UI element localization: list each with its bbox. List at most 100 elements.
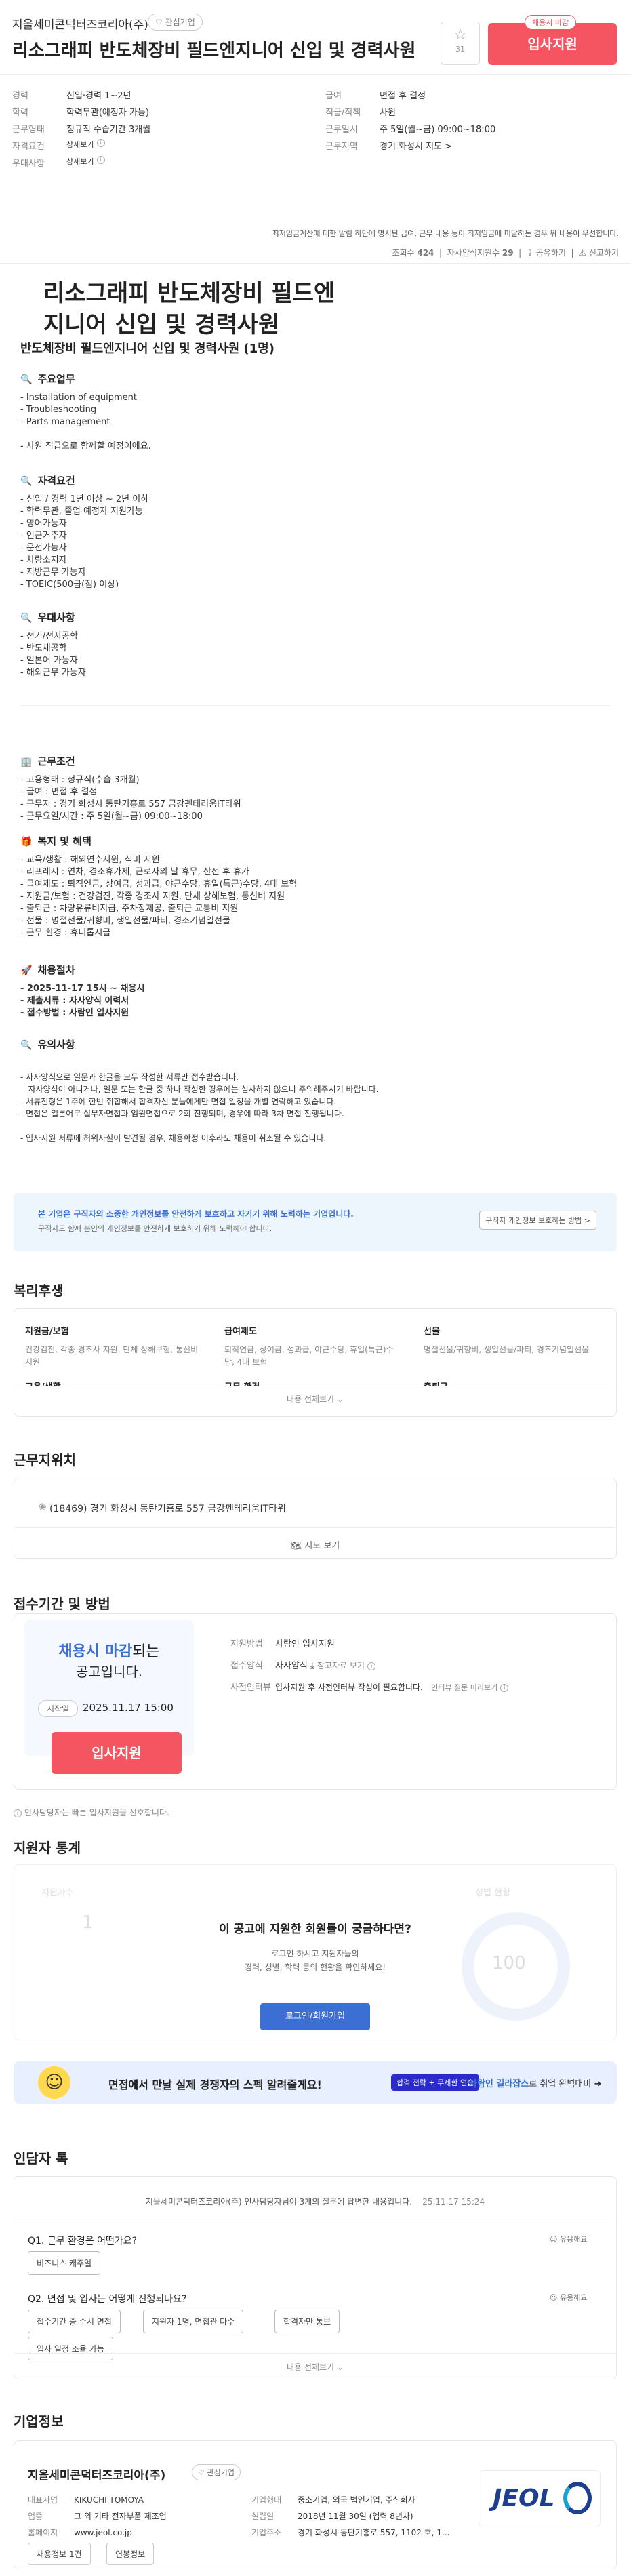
office-icon: 🏢 [20,757,33,767]
apply-form-key: 접수양식 [230,1661,263,1671]
privacy-title: 본 기업은 구직자의 소중한 개인정보를 안전하게 보호하고 자기기 위해 노력… [38,1209,354,1219]
summary-value: 주 5일(월~금) 09:00~18:00 [380,125,496,135]
start-label: 시작일 [38,1700,79,1717]
apply-button-period[interactable]: 입사지원 [52,1732,182,1774]
interest-company-button[interactable]: ♡ 관심기업 [148,14,203,31]
summary-value: 면접 후 결정 [380,91,426,101]
deadline-line1: 채용시 마감되는 [24,1639,194,1661]
ad-banner[interactable]: ☺ 면접에서 만날 실제 경쟁자의 스펙 알려줄게요! 합격 전략 + 무제한 … [14,2061,617,2104]
interview-date: 25.11.17 15:24 [422,2197,485,2207]
answer-chip: 입사 일정 조율 가능 [28,2337,113,2360]
share-button[interactable]: 공유하기 [536,248,566,258]
views-label: 조회수 [392,248,415,258]
location-card: ◉ (18469) 경기 화성시 동탄기흥로 557 금강펜테리움IT타워 🗺 … [14,1478,617,1559]
info-key: 설립일 [251,2512,274,2521]
login-button[interactable]: 로그인/회원가입 [260,2003,370,2030]
page-title: 리소그래피 반도체장비 필드엔지니어 신입 및 경력사원 [12,41,416,61]
company-jobs-button[interactable]: 채용정보 1건 [28,2543,91,2565]
more-label: 내용 전체보기 [287,1394,335,1404]
stats-question: 이 공고에 지원한 회원들이 궁금하다면? [219,1923,411,1936]
summary-value: 정규직 수습기간 3개월 [66,125,151,135]
info-icon[interactable]: i [500,1683,509,1692]
download-icon[interactable]: ⤓ [310,1661,314,1671]
info-key: 기업형태 [251,2495,282,2505]
useful-label: 유용해요 [559,2293,588,2302]
company-interest-button[interactable]: ♡ 관심기업 [192,2464,241,2480]
info-icon[interactable]: i [96,156,105,164]
notes-list: - 자사양식으로 일문과 한글을 모두 작성한 서류만 접수받습니다. 자사양식… [20,1072,379,1143]
benefits-list: - 교육/생활 : 해외연수지원, 식비 지원 - 리프레시 : 연차, 경조휴… [20,855,298,938]
apply-form-row: 접수양식 자사양식 ⤓ 참고자료 보기 i [230,1658,376,1671]
info-icon[interactable]: i [367,1662,376,1670]
duty-heading: 🔍 주요업무 [20,371,75,386]
welfare-card: 지원금/보험 건강검진, 각종 경조사 지원, 단체 상해보험, 통신비 지원 급… [14,1308,617,1417]
welfare-more-button[interactable]: 내용 전체보기 ⌄ [14,1393,616,1405]
interview-preview-link[interactable]: 인터뷰 질문 미리보기 [431,1683,497,1692]
location-map-link[interactable]: 경기 화성시 지도 > [380,139,452,152]
welfare-col-insurance: 지원금/보험 건강검진, 각종 경조사 지원, 단체 상해보험, 통신비 지원 [25,1324,201,1368]
ad-text: 면접에서 만날 실제 경쟁자의 스펙 알려줄게요! [108,2078,322,2091]
report-button[interactable]: 신고하기 [589,248,619,258]
period-section-title: 접수기간 및 방법 [14,1596,110,1612]
info-key: 홈페이지 [28,2528,58,2537]
interview-intro: 지올세미콘덕터즈코리아(주) 인사담당자님이 3개의 질문에 답변한 내용입니다… [14,2196,616,2207]
map-icon: 🗺 [290,1541,302,1551]
answer-chip: 합격자만 통보 [274,2310,340,2333]
detail-big-title: 리소그래피 반도체장비 필드엔지니어 신입 및 경력사원 [43,280,335,338]
requirements-list: - 신입 / 경력 1년 이상 ~ 2년 이하 - 학력무관, 졸업 예정자 지… [20,494,149,590]
summary-worktype: 근무형태 정규직 수습기간 3개월 [12,122,150,135]
privacy-guide-button[interactable]: 구직자 개인정보 보호하는 방법 > [479,1211,596,1230]
company-salary-button[interactable]: 연봉정보 [106,2543,155,2565]
homepage-link[interactable]: www.jeol.co.jp [74,2528,132,2537]
ad-tag: 합격 전략 + 무제한 연습 [391,2074,480,2091]
info-icon[interactable]: i [96,139,105,147]
report-icon: ⚠ [579,248,586,258]
reference-link[interactable]: 참고자료 보기 [317,1661,365,1670]
address-row: 기업주소 경기 화성시 동탄기흥로 557, 1102 호, 1... [251,2527,449,2538]
rocket-icon: 🚀 [20,965,33,976]
map-view-button[interactable]: 🗺 지도 보기 [14,1538,616,1551]
scrap-button[interactable]: ☆ 31 [441,22,480,65]
star-icon: ☆ [453,26,467,43]
apply-method-row: 지원방법 사람인 입사지원 [230,1636,335,1649]
start-date: 2025.11.17 15:00 [83,1702,174,1714]
summary-key: 근무지역 [325,142,358,152]
info-value: 그 외 기타 전자부품 제조업 [74,2512,167,2521]
summary-key: 학력 [12,108,28,118]
useful-button[interactable]: ☺ 유용해요 [550,2292,587,2303]
company-name-link[interactable]: 지올세미콘덕터즈코리아(주) [12,15,148,32]
biz-row: 업종 그 외 기타 전자부품 제조업 [28,2510,167,2522]
search-icon: 🔍 [20,374,33,385]
answer-chip: 지원자 1명, 면접관 다수 [143,2310,244,2333]
process-heading-text: 채용절차 [37,964,75,976]
company-logo: JEOL [479,2470,601,2527]
arrow-right-icon: ➜ [594,2079,602,2089]
welfare-col-cut: 교육/생활 [25,1380,61,1386]
preferred-heading-text: 우대사항 [37,611,75,624]
homepage-row: 홈페이지 www.jeol.co.jp [28,2527,132,2538]
summary-salary: 급여 면접 후 결정 [325,88,426,101]
summary-requirements: 자격요건 상세보기 i [12,139,105,152]
useful-label: 유용해요 [559,2235,588,2244]
conditions-list: - 고용형태 : 정규직(수습 3개월) - 급여 : 면접 후 결정 - 근무… [20,775,241,822]
company-card-name[interactable]: 지올세미콘덕터즈코리아(주) [28,2466,165,2482]
divider [14,1527,616,1528]
location-section-title: 근무지위치 [14,1452,76,1468]
preferred-detail-link[interactable]: 상세보기 [66,156,94,169]
divider [0,263,631,264]
useful-button[interactable]: ☺ 유용해요 [550,2234,587,2245]
interest-label: 관심기업 [207,2468,235,2477]
question-1: Q1. 근무 환경은 어떤가요? [28,2236,138,2247]
duty-list: - Installation of equipment - Troublesho… [20,393,151,451]
hr-note-text: 인사담당자는 빠른 입사지원을 선호합니다. [24,1808,169,1817]
location-address: (18469) 경기 화성시 동탄기흥로 557 금강펜테리움IT타워 [49,1504,286,1514]
more-label: 내용 전체보기 [287,2362,335,2372]
welfare-col-key: 출퇴근 [424,1380,448,1386]
summary-value: 학력무관(예정자 가능) [66,108,149,118]
requirements-detail-link[interactable]: 상세보기 [66,139,94,152]
interview-card: 지올세미콘덕터즈코리아(주) 인사담당자님이 3개의 질문에 답변한 내용입니다… [14,2176,617,2379]
min-wage-notice: 최저임금계산에 대한 알림 하단에 명시된 급여, 근무 내용 등이 최저임금에… [272,229,619,238]
interview-more-button[interactable]: 내용 전체보기 ⌄ [14,2361,616,2373]
summary-education: 학력 학력무관(예정자 가능) [12,105,149,118]
conditions-heading-text: 근무조건 [37,755,75,767]
